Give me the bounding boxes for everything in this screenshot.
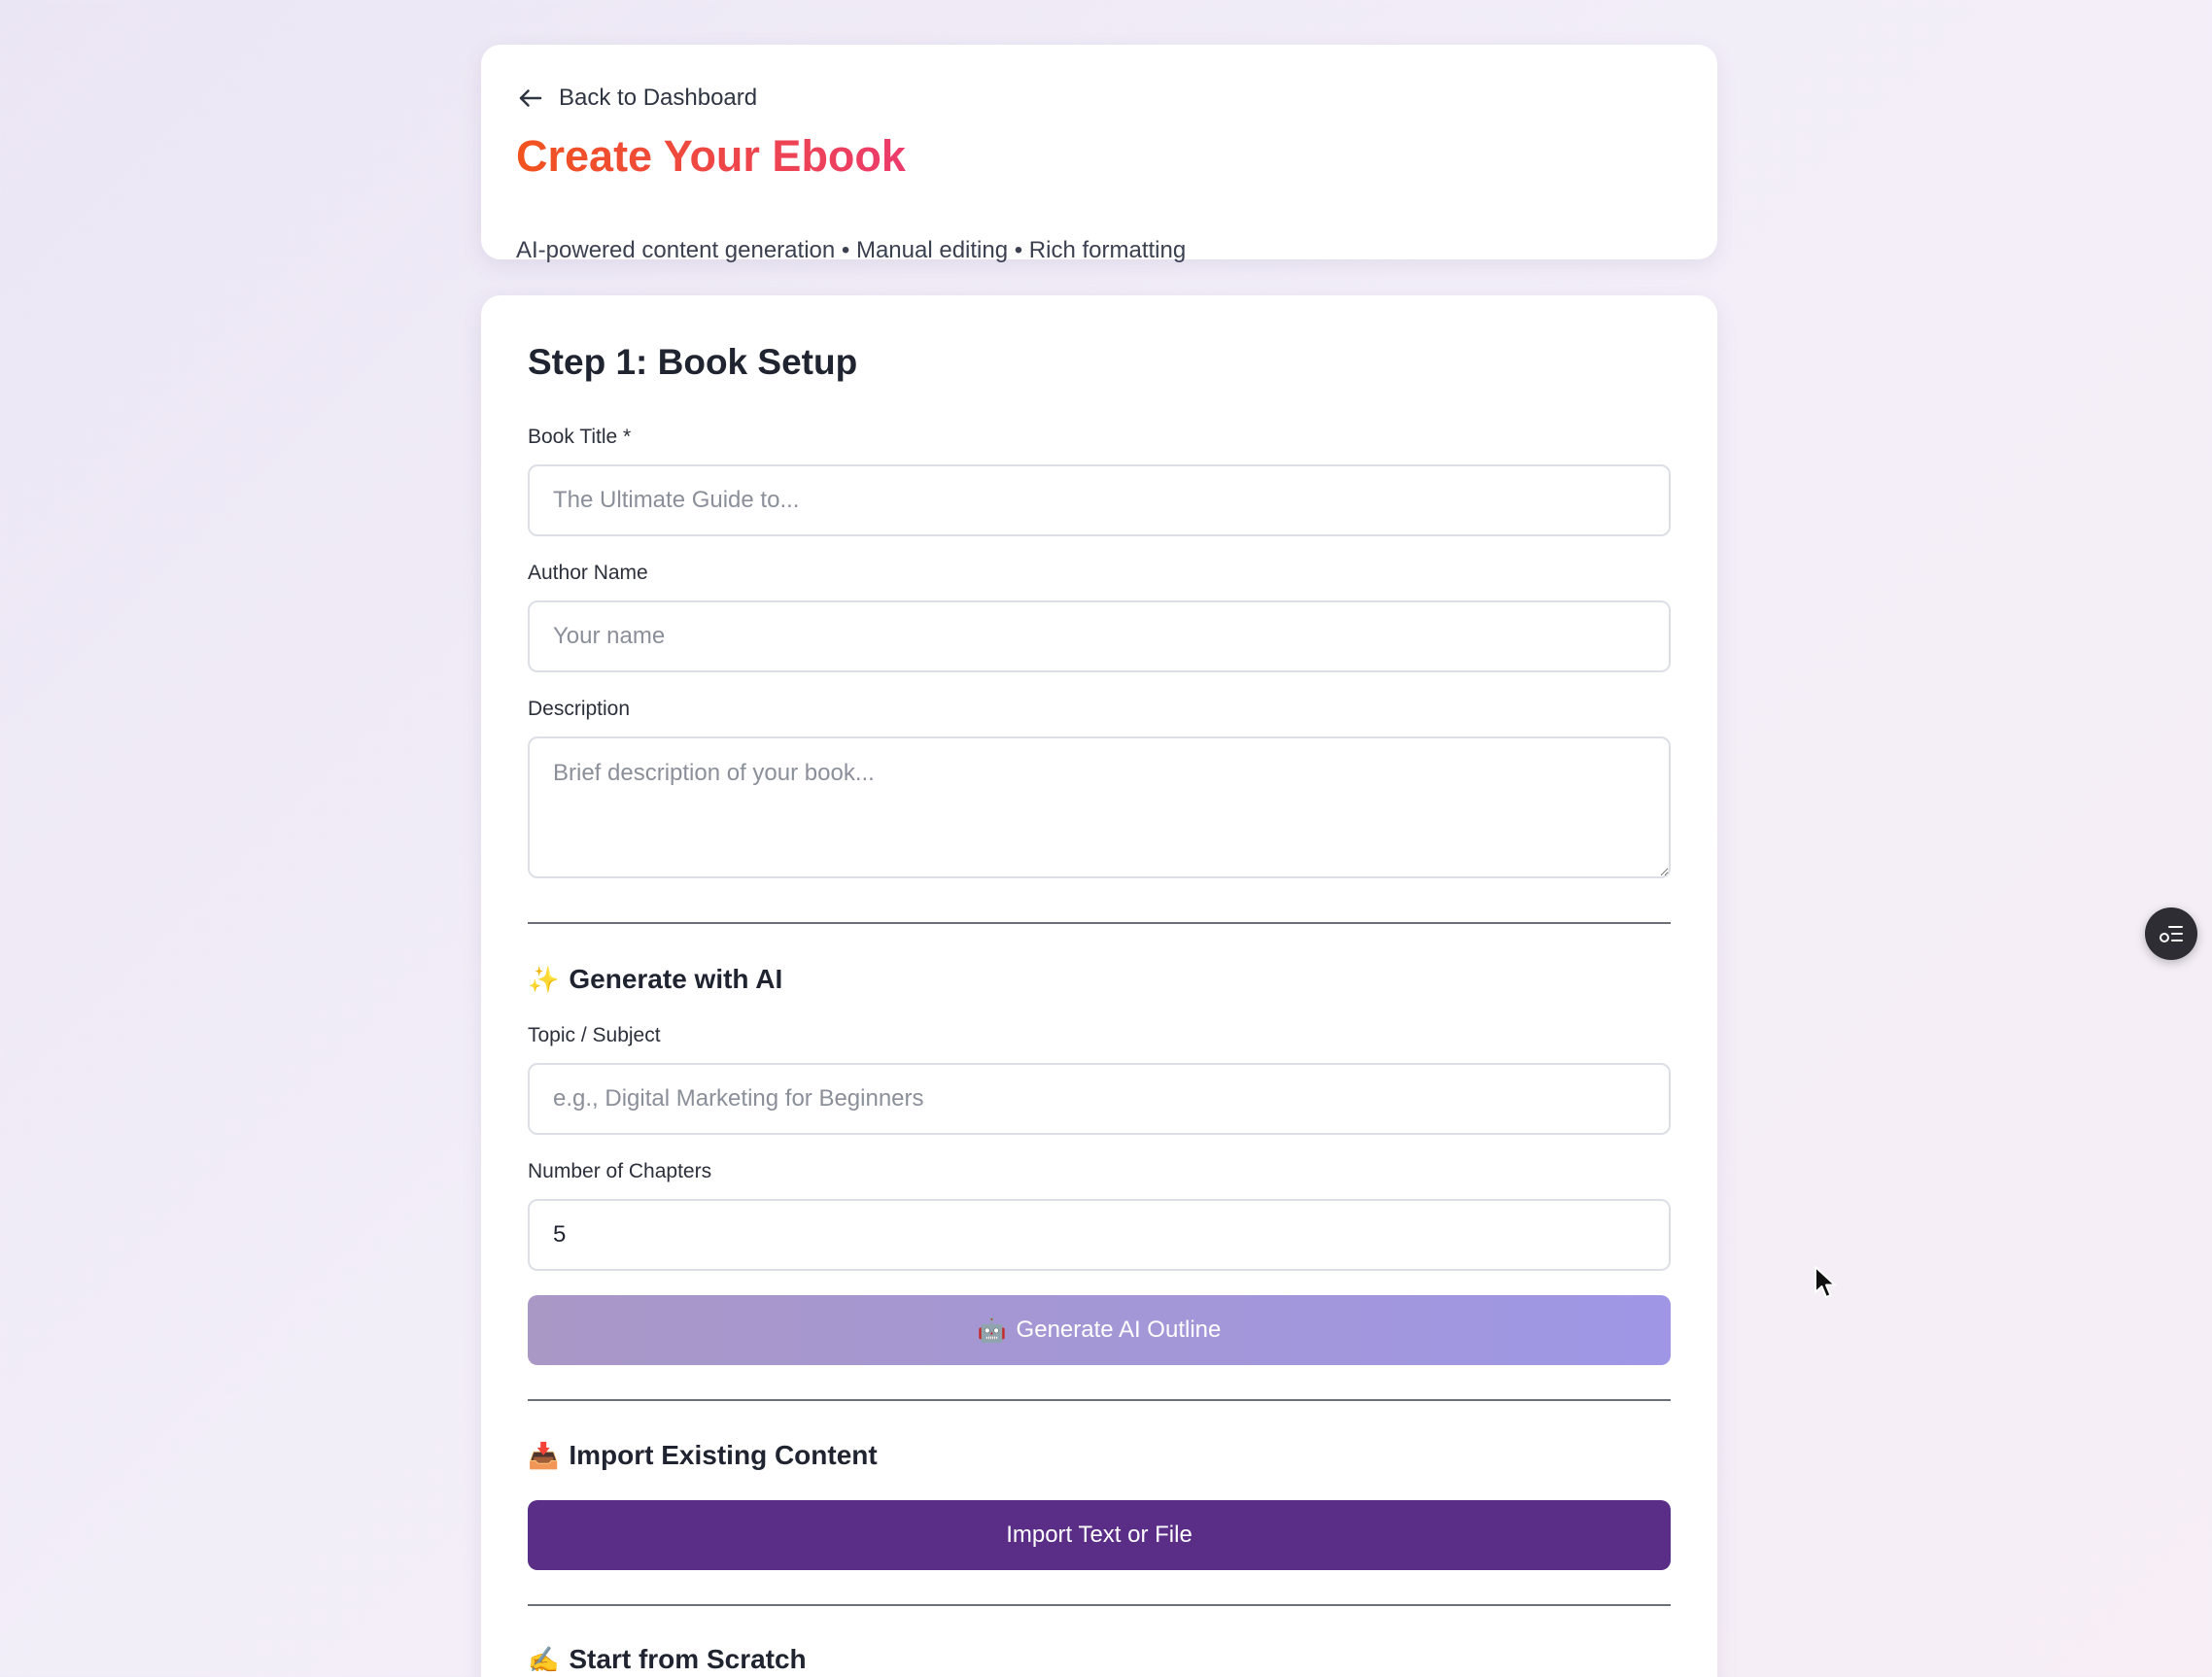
chapters-label: Number of Chapters [528,1160,712,1182]
import-content-heading: 📥 Import Existing Content [528,1440,878,1471]
chapters-input[interactable] [528,1199,1671,1271]
floating-menu-button[interactable] [2145,907,2197,960]
page-subtitle: AI-powered content generation • Manual e… [516,237,1187,263]
generate-ai-outline-button[interactable]: 🤖 Generate AI Outline [528,1295,1671,1365]
topic-input[interactable] [528,1063,1671,1135]
back-to-dashboard-link[interactable]: Back to Dashboard [516,84,757,113]
list-settings-icon [2160,926,2183,942]
import-button-label: Import Text or File [1006,1522,1192,1548]
description-label: Description [528,698,631,720]
topic-label: Topic / Subject [528,1024,661,1046]
book-title-input[interactable] [528,464,1671,536]
sparkles-icon: ✨ [528,964,560,994]
start-from-scratch-heading: ✍️ Start from Scratch [528,1644,807,1675]
arrow-left-icon [519,89,542,107]
writing-hand-icon: ✍️ [528,1644,560,1674]
header-card: Back to Dashboard Create Your Ebook AI-p… [481,45,1717,263]
section-divider [528,1604,1671,1606]
description-textarea[interactable] [528,736,1671,878]
book-setup-card: Step 1: Book Setup Book Title * Author N… [481,295,1717,1677]
generate-with-ai-title: Generate with AI [569,964,783,994]
author-name-input[interactable] [528,600,1671,672]
generate-with-ai-heading: ✨ Generate with AI [528,964,782,995]
generate-ai-outline-label: Generate AI Outline [1016,1317,1222,1343]
section-divider [528,922,1671,924]
mouse-pointer-icon [1815,1266,1836,1298]
step-title: Step 1: Book Setup [528,342,858,382]
start-from-scratch-title: Start from Scratch [569,1644,807,1674]
import-text-or-file-button[interactable]: Import Text or File [528,1500,1671,1570]
back-link-label: Back to Dashboard [559,85,758,111]
page-title: Create Your Ebook [516,131,906,181]
book-title-label: Book Title * [528,426,632,448]
author-name-label: Author Name [528,562,648,584]
section-divider [528,1399,1671,1401]
import-content-title: Import Existing Content [569,1440,878,1470]
robot-icon: 🤖 [977,1317,1007,1344]
inbox-tray-icon: 📥 [528,1440,560,1470]
